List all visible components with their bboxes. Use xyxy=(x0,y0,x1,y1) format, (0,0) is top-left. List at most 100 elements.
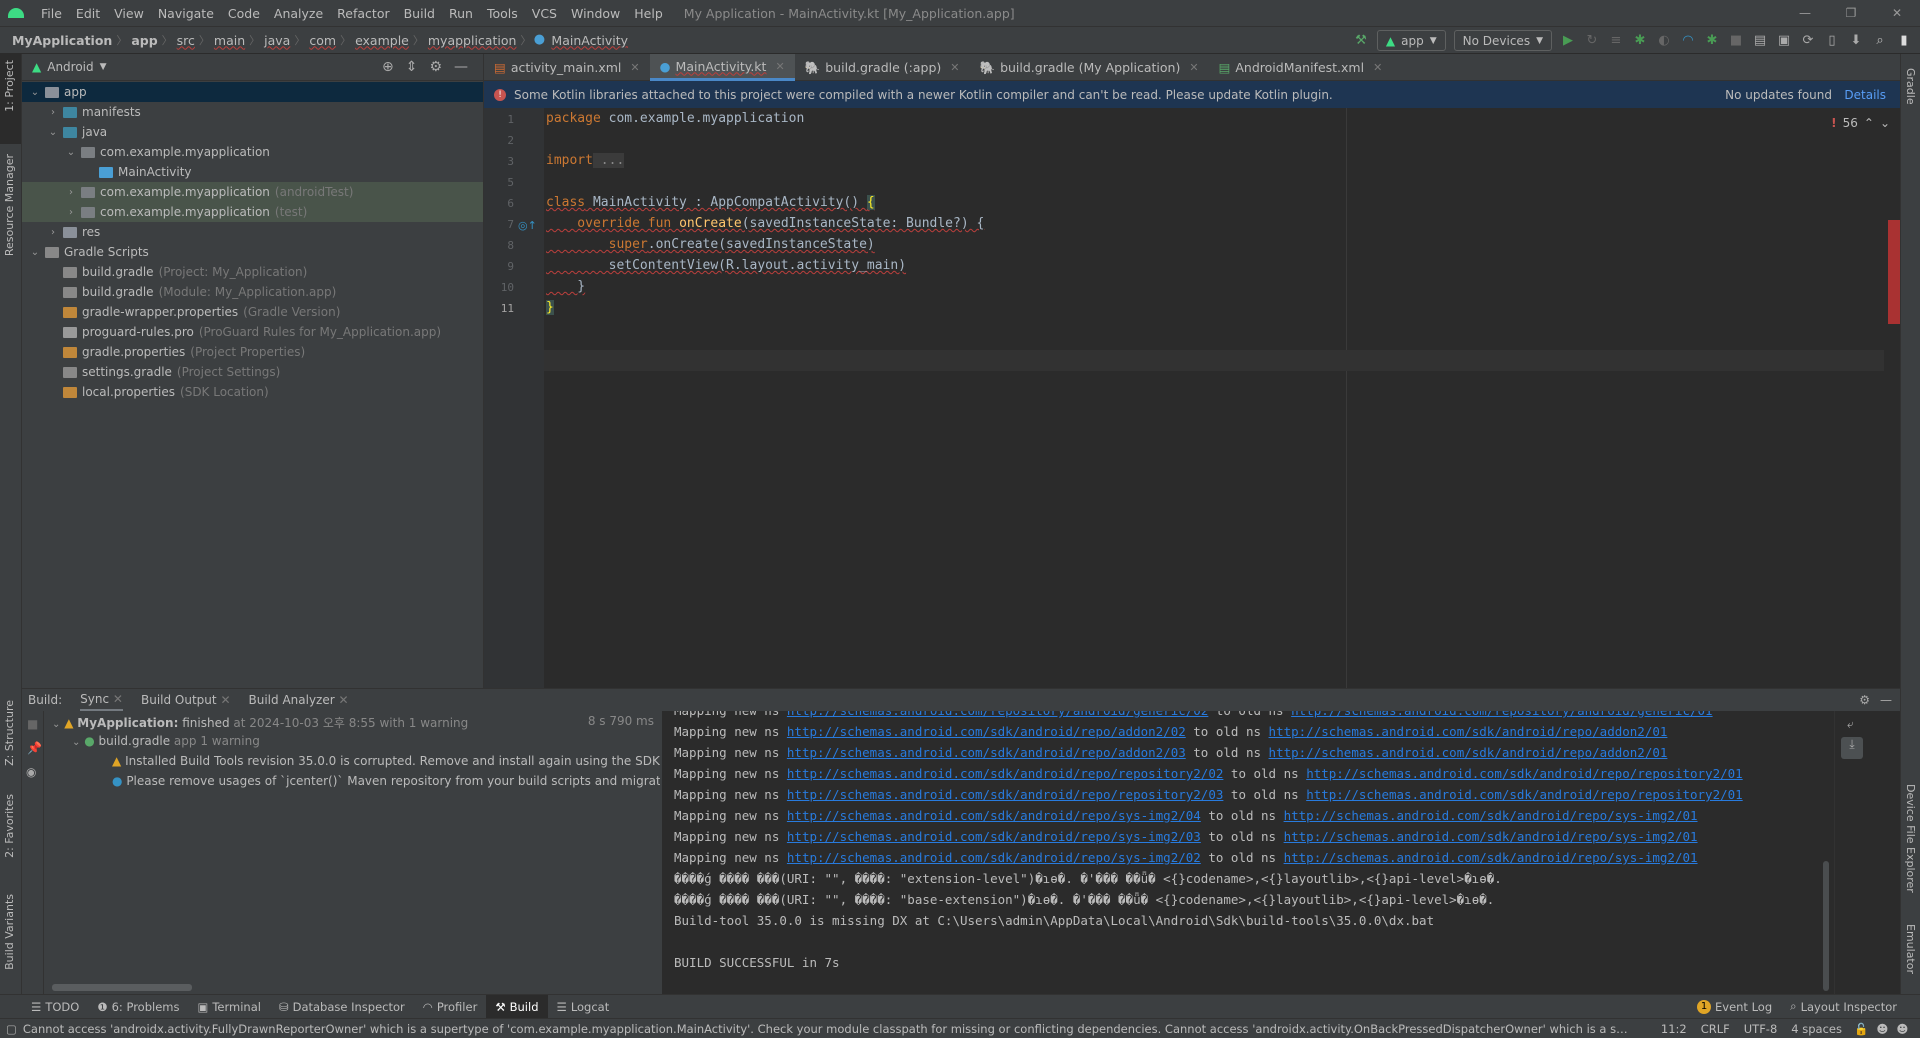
menu-vcs[interactable]: VCS xyxy=(525,6,564,21)
stop-icon[interactable]: ■ xyxy=(1728,33,1744,49)
build-warning-message[interactable]: ▲ Installed Build Tools revision 35.0.0 … xyxy=(112,754,660,768)
override-gutter-icon[interactable]: ◎↑ xyxy=(518,219,537,232)
account-icon[interactable]: ▮ xyxy=(1896,33,1912,49)
profile-icon[interactable]: ◠ xyxy=(1680,33,1696,49)
close-tab-icon[interactable]: ✕ xyxy=(630,61,639,74)
close-icon[interactable]: ✕ xyxy=(1874,0,1920,27)
stop-icon[interactable]: ■ xyxy=(27,717,38,731)
hide-panel-icon[interactable]: — xyxy=(454,59,468,75)
tree-item-res[interactable]: › res xyxy=(22,222,483,242)
resource-manager-tool-button[interactable]: Resource Manager xyxy=(3,154,16,256)
indent-setting[interactable]: 4 spaces xyxy=(1791,1022,1842,1036)
debug-icon[interactable]: ✱ xyxy=(1632,33,1648,49)
tab-build-gradle-app[interactable]: 🐘 build.gradle (:app) ✕ xyxy=(795,54,970,81)
menu-run[interactable]: Run xyxy=(442,6,480,21)
search-icon[interactable]: ⌕ xyxy=(1872,33,1888,49)
breadcrumb-java[interactable]: java xyxy=(260,33,294,48)
apply-code-changes-icon[interactable]: ≡ xyxy=(1608,33,1624,49)
run-icon[interactable]: ▶ xyxy=(1560,33,1576,49)
menu-refactor[interactable]: Refactor xyxy=(330,6,396,21)
tree-item-manifests[interactable]: › manifests xyxy=(22,102,483,122)
attach-debugger-icon[interactable]: ✱ xyxy=(1704,33,1720,49)
code-line-6[interactable]: class MainActivity : AppCompatActivity()… xyxy=(546,195,875,210)
menu-build[interactable]: Build xyxy=(397,6,442,21)
tree-item-proguard-rules[interactable]: proguard-rules.pro (ProGuard Rules for My… xyxy=(22,322,483,342)
close-tab-icon[interactable]: ✕ xyxy=(1373,61,1382,74)
tab-sync[interactable]: Sync ✕ xyxy=(80,689,123,711)
previous-error-icon[interactable]: ⌃ xyxy=(1864,116,1874,130)
status-message[interactable]: Cannot access 'androidx.activity.FullyDr… xyxy=(23,1022,1633,1036)
menu-view[interactable]: View xyxy=(107,6,151,21)
tree-item-package-androidtest[interactable]: › com.example.myapplication (androidTest) xyxy=(22,182,483,202)
gear-icon[interactable]: ⚙ xyxy=(429,59,442,75)
minimize-icon[interactable]: — xyxy=(1782,0,1828,27)
horizontal-scrollbar[interactable] xyxy=(52,984,192,991)
tab-mainactivity-kt[interactable]: ● MainActivity.kt ✕ xyxy=(649,54,795,81)
file-encoding[interactable]: UTF-8 xyxy=(1744,1022,1778,1036)
menu-navigate[interactable]: Navigate xyxy=(151,6,221,21)
tree-item-build-gradle-module[interactable]: build.gradle (Module: My_Application.app) xyxy=(22,282,483,302)
code-line-10[interactable]: } xyxy=(546,279,585,294)
run-config-select[interactable]: ▲ app ▼ xyxy=(1376,30,1446,51)
event-log-tool-button[interactable]: 1 Event Log xyxy=(1688,995,1781,1019)
menu-window[interactable]: Window xyxy=(564,6,627,21)
old-ns-link[interactable]: http://schemas.android.com/sdk/android/r… xyxy=(1306,787,1743,802)
close-tab-icon[interactable]: ✕ xyxy=(1189,61,1198,74)
menu-edit[interactable]: Edit xyxy=(69,6,107,21)
hide-panel-icon[interactable]: — xyxy=(1880,693,1892,707)
breadcrumb-mainactivity[interactable]: MainActivity xyxy=(547,33,632,48)
breadcrumb-main[interactable]: main xyxy=(210,33,249,48)
code-line-1[interactable]: package com.example.myapplication xyxy=(546,111,804,126)
tab-build-analyzer[interactable]: Build Analyzer ✕ xyxy=(249,690,349,710)
breadcrumb-src[interactable]: src xyxy=(173,33,199,48)
code-line-9[interactable]: setContentView(R.layout.activity_main) xyxy=(546,258,906,273)
chevron-down-icon[interactable]: ⌄ xyxy=(64,147,78,158)
profiler-tool-button[interactable]: ◠ Profiler xyxy=(414,995,487,1019)
scroll-to-end-icon[interactable]: ⤓ xyxy=(1841,737,1863,759)
emulator-tool-button[interactable]: Emulator xyxy=(1904,924,1917,974)
menu-code[interactable]: Code xyxy=(221,6,267,21)
breadcrumb-example[interactable]: example xyxy=(351,33,413,48)
build-gradle-node[interactable]: ⌄ ● build.gradle app 1 warning xyxy=(72,734,260,748)
sdk-manager-icon[interactable]: ⬇ xyxy=(1848,33,1864,49)
lock-icon[interactable]: 🔓 xyxy=(1854,1022,1868,1036)
chevron-down-icon[interactable]: ⌄ xyxy=(28,247,42,258)
coverage-icon[interactable]: ◐ xyxy=(1656,33,1672,49)
favorites-tool-button[interactable]: 2: Favorites xyxy=(3,794,16,858)
tree-item-app[interactable]: ⌄ app xyxy=(22,82,483,102)
tree-item-java[interactable]: ⌄ java xyxy=(22,122,483,142)
breadcrumb-project[interactable]: MyApplication xyxy=(8,33,116,48)
caret-position[interactable]: 11:2 xyxy=(1661,1022,1687,1036)
code-line-8[interactable]: super.onCreate(savedInstanceState) xyxy=(546,237,875,252)
tab-build-gradle-project[interactable]: 🐘 build.gradle (My Application) ✕ xyxy=(969,54,1208,81)
menu-analyze[interactable]: Analyze xyxy=(267,6,330,21)
menu-file[interactable]: File xyxy=(34,6,69,21)
project-structure-icon[interactable]: ▤ xyxy=(1752,33,1768,49)
todo-tool-button[interactable]: ☰ TODO xyxy=(22,995,88,1019)
avd-manager-icon[interactable]: ▯ xyxy=(1824,33,1840,49)
code-line-11[interactable]: } xyxy=(546,300,554,315)
inspection-icon[interactable]: ☻ xyxy=(1876,1022,1888,1036)
project-view-select[interactable]: Android xyxy=(47,60,93,74)
tree-item-settings-gradle[interactable]: settings.gradle (Project Settings) xyxy=(22,362,483,382)
breadcrumb-module[interactable]: app xyxy=(127,33,161,48)
new-ns-link[interactable]: http://schemas.android.com/sdk/android/r… xyxy=(787,724,1186,739)
close-tab-icon[interactable]: ✕ xyxy=(950,61,959,74)
new-ns-link[interactable]: http://schemas.android.com/sdk/android/r… xyxy=(787,766,1224,781)
chevron-right-icon[interactable]: › xyxy=(46,107,60,118)
build-root-node[interactable]: ⌄ ▲ MyApplication: finished at 2024-10-0… xyxy=(52,714,468,731)
next-error-icon[interactable]: ⌄ xyxy=(1880,116,1890,130)
tree-item-local-properties[interactable]: local.properties (SDK Location) xyxy=(22,382,483,402)
new-ns-link[interactable]: http://schemas.android.com/sdk/android/r… xyxy=(787,808,1201,823)
tree-item-package-main[interactable]: ⌄ com.example.myapplication xyxy=(22,142,483,162)
new-ns-link[interactable]: http://schemas.android.com/sdk/android/r… xyxy=(787,850,1201,865)
tree-item-package-test[interactable]: › com.example.myapplication (test) xyxy=(22,202,483,222)
new-ns-link[interactable]: http://schemas.android.com/sdk/android/r… xyxy=(787,829,1201,844)
tree-item-mainactivity[interactable]: MainActivity xyxy=(22,162,483,182)
menu-help[interactable]: Help xyxy=(627,6,670,21)
terminal-tool-button[interactable]: ▣ Terminal xyxy=(188,995,269,1019)
old-ns-link[interactable]: http://schemas.android.com/sdk/android/r… xyxy=(1284,829,1698,844)
toggle-tool-windows-icon[interactable]: ▢ xyxy=(6,1022,17,1036)
gear-icon[interactable]: ⚙ xyxy=(1859,693,1870,707)
locate-file-icon[interactable]: ⊕ xyxy=(382,59,394,75)
